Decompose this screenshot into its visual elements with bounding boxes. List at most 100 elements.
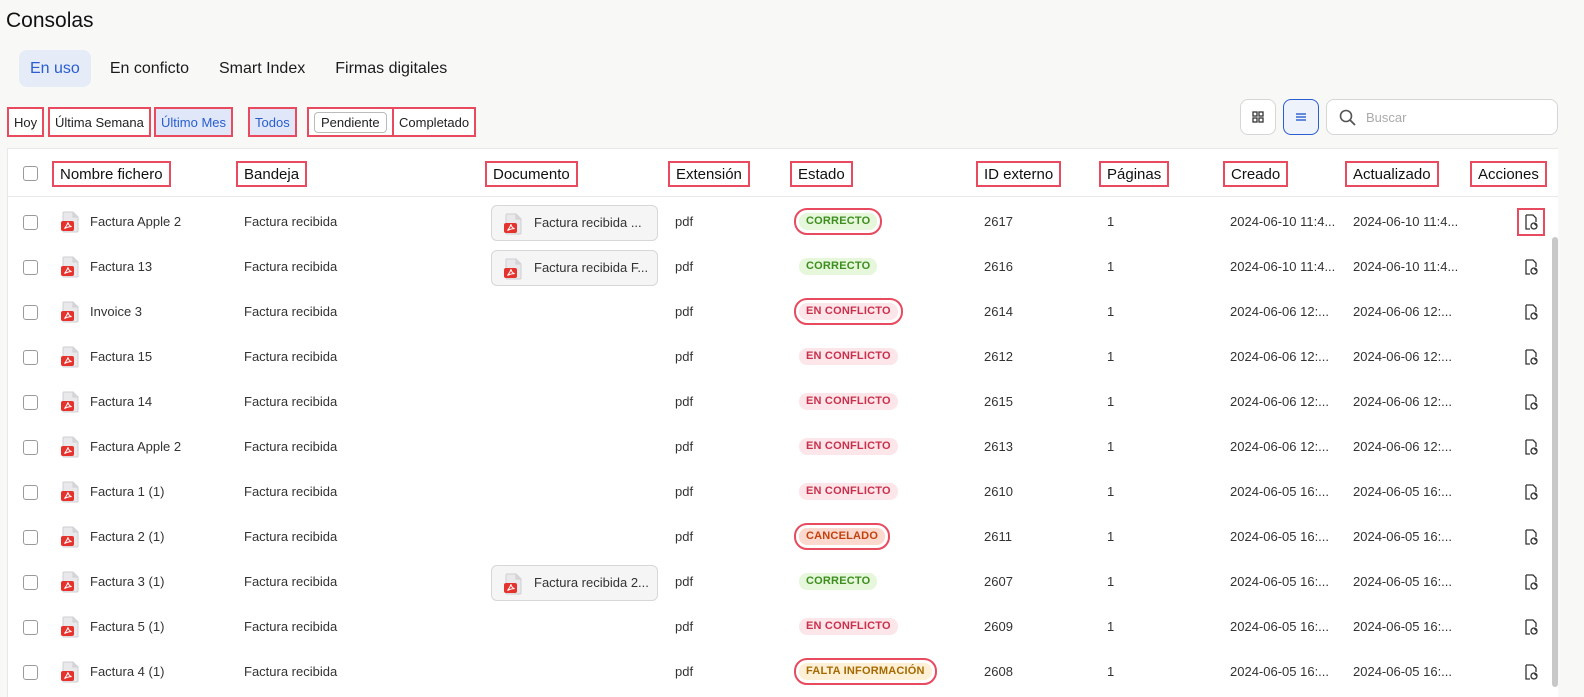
select-all-checkbox[interactable]: [23, 166, 38, 181]
document-name: Factura recibida 2...: [534, 575, 649, 590]
grid-view-button[interactable]: [1240, 99, 1276, 135]
column-header-extension[interactable]: Extensión: [668, 161, 750, 187]
search-box: [1326, 99, 1558, 135]
filter-pendiente-label: Pendiente: [314, 112, 387, 133]
column-header-documento[interactable]: Documento: [485, 161, 578, 187]
row-checkbox[interactable]: [23, 350, 38, 365]
file-name[interactable]: Factura 4 (1): [90, 649, 164, 694]
filter-ultimo-mes[interactable]: Último Mes: [154, 107, 234, 137]
table-row[interactable]: Factura 13 Factura recibida Factura recibi…: [8, 244, 1558, 289]
tab-en-uso[interactable]: En uso: [19, 50, 91, 87]
column-header-bandeja[interactable]: Bandeja: [236, 161, 308, 187]
updated-date: 2024-06-10 11:4...: [1353, 259, 1459, 274]
table-row[interactable]: Factura 5 (1) Factura recibida pdf EN CONFL…: [8, 604, 1558, 649]
row-checkbox[interactable]: [23, 620, 38, 635]
document-chip[interactable]: Factura recibida ...: [491, 205, 658, 241]
page-count: 1: [1107, 259, 1115, 274]
file-name[interactable]: Factura 5 (1): [90, 604, 164, 649]
column-header-creado[interactable]: Creado: [1223, 161, 1289, 187]
tray-name: Factura recibida: [244, 484, 338, 499]
column-header-paginas[interactable]: Páginas: [1099, 161, 1170, 187]
tray-name: Factura recibida: [244, 259, 338, 274]
status-badge: EN CONFLICTO: [799, 483, 898, 500]
table-row[interactable]: Invoice 3 Factura recibida pdf EN CONFLICTO…: [8, 289, 1558, 334]
view-document-icon[interactable]: [1522, 618, 1540, 636]
view-document-icon[interactable]: [1522, 258, 1540, 276]
status-badge: CANCELADO: [793, 523, 891, 550]
row-checkbox[interactable]: [23, 305, 38, 320]
file-name[interactable]: Factura 13: [90, 244, 152, 289]
row-checkbox[interactable]: [23, 530, 38, 545]
column-header-id-externo[interactable]: ID externo: [976, 161, 1062, 187]
table-row[interactable]: Factura Apple 2 Factura recibida Factura r…: [8, 199, 1558, 244]
tab-bar: En uso En conficto Smart Index Firmas di…: [19, 50, 466, 87]
table-row[interactable]: Factura 15 Factura recibida pdf EN CONFLICT…: [8, 334, 1558, 379]
view-document-icon[interactable]: [1522, 348, 1540, 366]
created-date: 2024-06-05 16:...: [1230, 574, 1330, 589]
row-checkbox[interactable]: [23, 575, 38, 590]
filter-pendiente[interactable]: Pendiente: [307, 107, 394, 137]
external-id: 2610: [984, 484, 1013, 499]
file-name[interactable]: Factura Apple 2: [90, 199, 181, 244]
vertical-scrollbar[interactable]: [1552, 237, 1558, 687]
table-row[interactable]: Factura 14 Factura recibida pdf EN CONFLICT…: [8, 379, 1558, 424]
row-checkbox[interactable]: [23, 215, 38, 230]
file-name[interactable]: Factura 1 (1): [90, 469, 164, 514]
table-row[interactable]: Factura 2 (1) Factura recibida pdf CANCELAD…: [8, 514, 1558, 559]
pdf-file-icon: [60, 526, 80, 548]
created-date: 2024-06-05 16:...: [1230, 619, 1330, 634]
pdf-file-icon: [60, 301, 80, 323]
column-header-estado[interactable]: Estado: [790, 161, 853, 187]
file-name[interactable]: Factura Apple 2: [90, 424, 181, 469]
column-header-actualizado[interactable]: Actualizado: [1345, 161, 1439, 187]
search-input[interactable]: [1366, 109, 1536, 125]
list-icon: [1296, 113, 1306, 121]
row-checkbox[interactable]: [23, 440, 38, 455]
tab-en-conflicto[interactable]: En conficto: [99, 50, 200, 87]
row-checkbox[interactable]: [23, 665, 38, 680]
tray-name: Factura recibida: [244, 214, 338, 229]
filter-todos[interactable]: Todos: [248, 107, 297, 137]
created-date: 2024-06-06 12:...: [1230, 394, 1330, 409]
file-name[interactable]: Factura 15: [90, 334, 152, 379]
filter-completado[interactable]: Completado: [392, 107, 477, 137]
filter-hoy[interactable]: Hoy: [7, 107, 45, 137]
table-row[interactable]: Factura 3 (1) Factura recibida Factura rec…: [8, 559, 1558, 604]
list-view-button[interactable]: [1283, 99, 1319, 135]
tab-smart-index[interactable]: Smart Index: [208, 50, 316, 87]
page-title: Consolas: [6, 9, 94, 32]
tab-firmas-digitales[interactable]: Firmas digitales: [324, 50, 458, 87]
file-name[interactable]: Factura 2 (1): [90, 514, 164, 559]
updated-date: 2024-06-05 16:...: [1353, 529, 1453, 544]
file-name[interactable]: Factura 14: [90, 379, 152, 424]
table-row[interactable]: Factura Apple 2 Factura recibida pdf EN CON…: [8, 424, 1558, 469]
extension: pdf: [675, 484, 694, 499]
view-document-icon[interactable]: [1522, 663, 1540, 681]
view-document-icon[interactable]: [1522, 303, 1540, 321]
view-document-icon[interactable]: [1522, 483, 1540, 501]
view-document-icon[interactable]: [1522, 573, 1540, 591]
document-chip[interactable]: Factura recibida 2...: [491, 565, 658, 601]
column-header-nombre[interactable]: Nombre fichero: [52, 161, 171, 187]
extension: pdf: [675, 529, 694, 544]
filter-ultima-semana[interactable]: Última Semana: [48, 107, 151, 137]
file-name[interactable]: Factura 3 (1): [90, 559, 164, 604]
row-checkbox[interactable]: [23, 485, 38, 500]
row-checkbox[interactable]: [23, 395, 38, 410]
updated-date: 2024-06-06 12:...: [1353, 394, 1453, 409]
view-document-icon[interactable]: [1522, 393, 1540, 411]
extension: pdf: [675, 394, 694, 409]
status-badge: FALTA INFORMACIÓN: [794, 658, 937, 685]
tray-name: Factura recibida: [244, 304, 338, 319]
document-chip[interactable]: Factura recibida F...: [491, 250, 658, 286]
table-row[interactable]: Factura 4 (1) Factura recibida pdf FALTA IN…: [8, 649, 1558, 694]
view-document-icon[interactable]: [1517, 208, 1545, 236]
external-id: 2612: [984, 349, 1013, 364]
file-name[interactable]: Invoice 3: [90, 289, 142, 334]
tray-name: Factura recibida: [244, 574, 338, 589]
view-document-icon[interactable]: [1522, 528, 1540, 546]
table-row[interactable]: Factura 1 (1) Factura recibida pdf EN CONFL…: [8, 469, 1558, 514]
view-document-icon[interactable]: [1522, 438, 1540, 456]
row-checkbox[interactable]: [23, 260, 38, 275]
status-badge: CORRECTO: [793, 208, 883, 235]
